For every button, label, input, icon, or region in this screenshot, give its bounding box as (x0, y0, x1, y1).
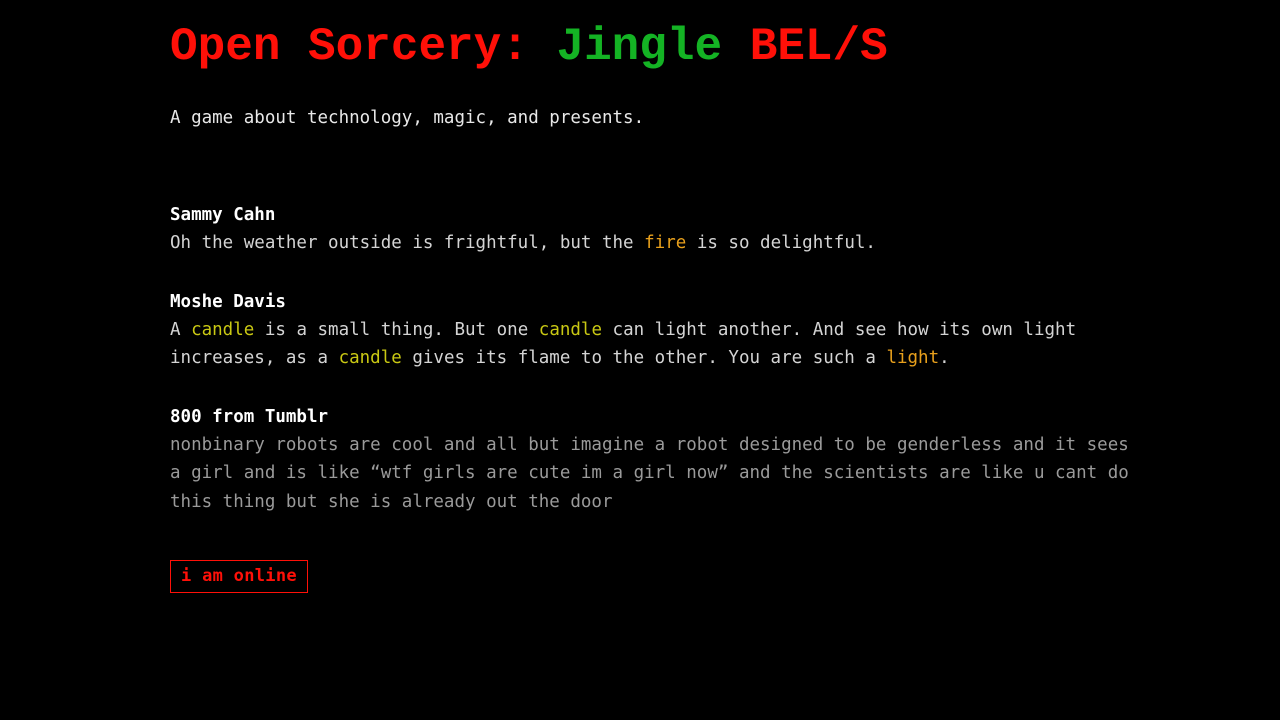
log-keyword-light: light (886, 348, 940, 368)
game-screen: Open Sorcery: Jingle BEL/S A game about … (0, 0, 1280, 720)
log-text-segment: is so delightful. (686, 233, 876, 253)
page-subtitle: A game about technology, magic, and pres… (170, 108, 645, 128)
log-text-segment: . (939, 348, 950, 368)
log-keyword-candle: candle (191, 319, 255, 340)
log-keyword-candle: candle (338, 348, 402, 368)
log-entry-body: nonbinary robots are cool and all but im… (170, 434, 1140, 512)
log-entry-speaker: 800 from Tumblr (170, 406, 329, 427)
log-text-segment: Oh the weather outside is frightful, but… (170, 233, 645, 253)
log-text-segment: A (170, 319, 192, 340)
log-entry-speaker: Sammy Cahn (170, 205, 276, 225)
log-entry: 800 from Tumblr nonbinary robots are coo… (170, 403, 1170, 517)
i-am-online-button[interactable]: i am online (170, 560, 308, 593)
log-keyword-fire: fire (644, 233, 687, 253)
log-entry-body: Oh the weather outside is frightful, but… (170, 229, 1130, 258)
log-entry-body: A candle is a small thing. But one candl… (170, 316, 1130, 373)
content-column: Open Sorcery: Jingle BEL/S A game about … (170, 0, 1170, 593)
title-segment-open-sorcery: Open Sorcery: (170, 21, 557, 73)
story-log: Sammy Cahn Oh the weather outside is fri… (170, 129, 1170, 516)
title-segment-bels: BEL/S (722, 21, 888, 73)
log-entry: Sammy Cahn Oh the weather outside is fri… (170, 201, 1170, 258)
page-title: Open Sorcery: Jingle BEL/S (170, 0, 1170, 70)
log-text-segment: is a small thing. But one (254, 319, 539, 340)
action-list: i am online (170, 516, 1170, 593)
log-text-segment: gives its flame to the other. You are su… (401, 348, 887, 368)
title-segment-jingle: Jingle (556, 21, 723, 73)
log-entry-speaker: Moshe Davis (170, 291, 286, 312)
log-entry: Moshe Davis A candle is a small thing. B… (170, 288, 1170, 373)
log-keyword-candle: candle (538, 319, 602, 340)
